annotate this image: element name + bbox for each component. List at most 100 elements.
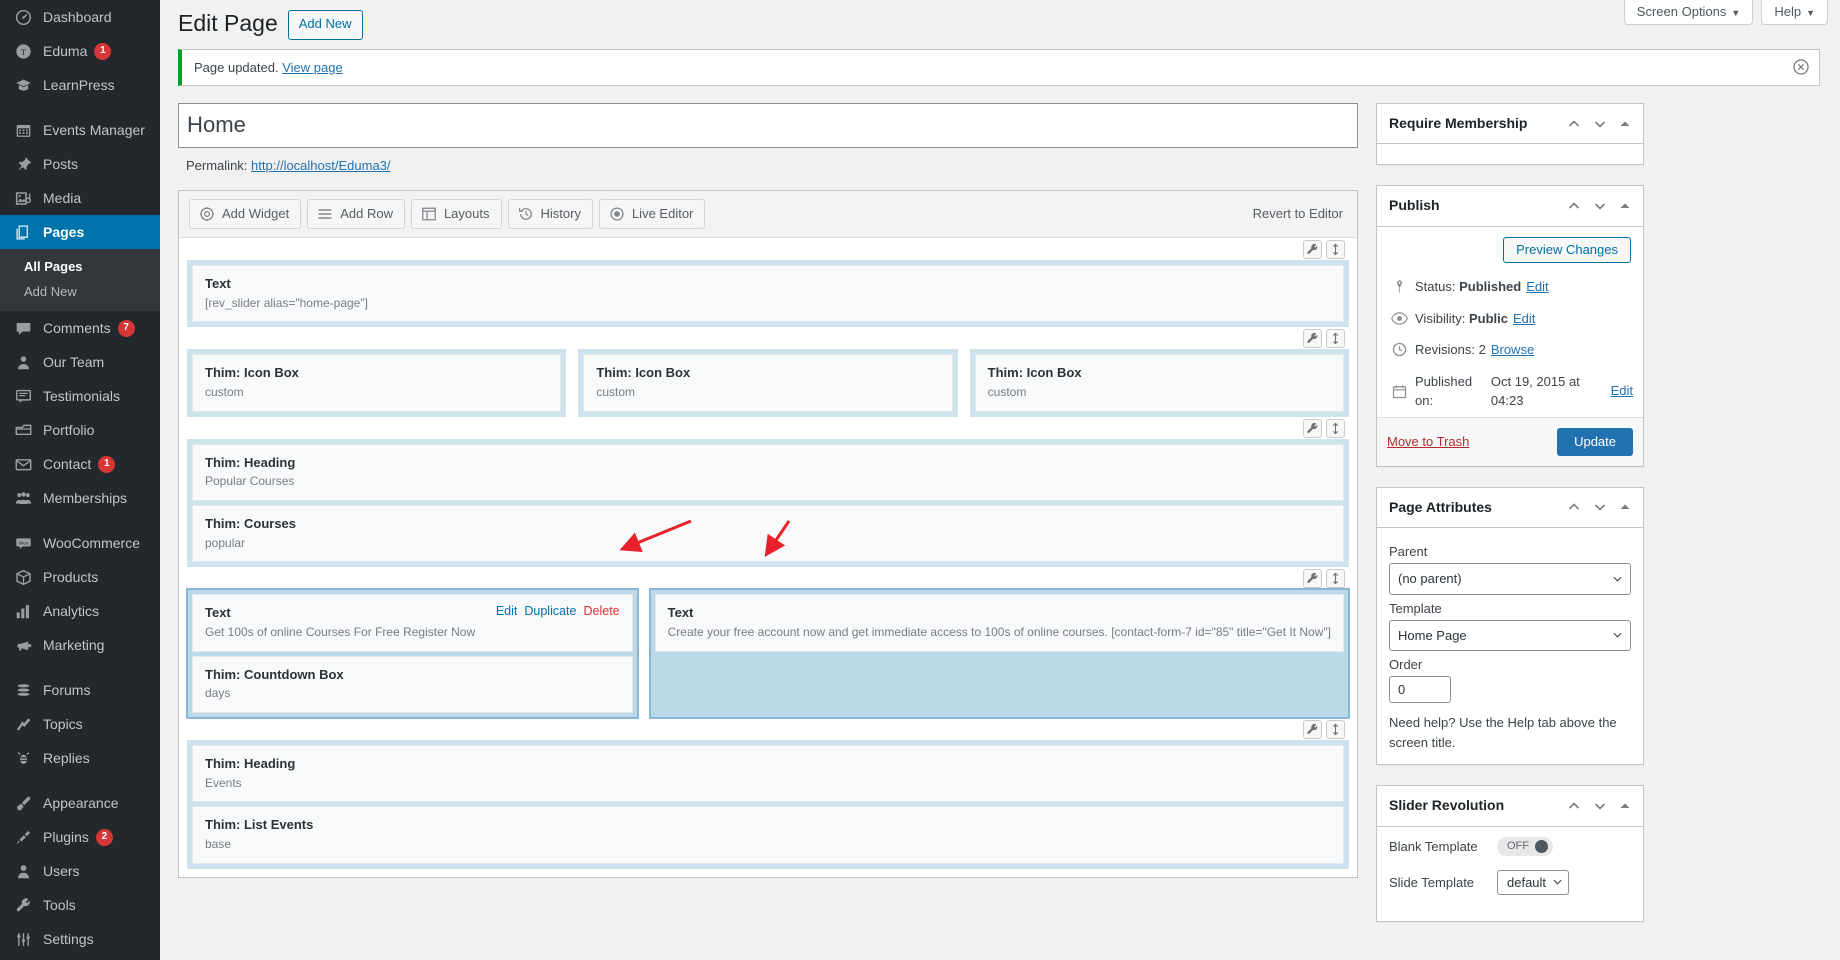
row-move-icon[interactable] [1326, 569, 1345, 589]
toggle-panel-icon[interactable] [1619, 118, 1631, 130]
row-move-icon[interactable] [1326, 240, 1345, 259]
post-title-input[interactable] [187, 106, 1349, 144]
widget-duplicate-link[interactable]: Duplicate [524, 604, 576, 618]
browse-revisions-link[interactable]: Browse [1491, 340, 1534, 360]
builder-cell[interactable]: Thim: Icon Box custom [969, 349, 1349, 417]
sidebar-item-tools[interactable]: Tools [0, 888, 160, 922]
sidebar-item-learnpress[interactable]: LearnPress [0, 68, 160, 102]
builder-widget[interactable]: Thim: Countdown Box days [192, 655, 633, 714]
submenu-item-all-pages[interactable]: All Pages [0, 254, 160, 279]
toggle-panel-icon[interactable] [1619, 800, 1631, 812]
sidebar-item-topics[interactable]: Topics [0, 707, 160, 741]
toggle-panel-icon[interactable] [1619, 200, 1631, 212]
sidebar-item-replies[interactable]: Replies [0, 741, 160, 775]
sidebar-item-analytics[interactable]: Analytics [0, 594, 160, 628]
builder-widget[interactable]: Thim: Heading Events [192, 745, 1344, 803]
view-page-link[interactable]: View page [282, 60, 342, 75]
order-higher-icon[interactable] [1567, 199, 1581, 213]
sidebar-item-products[interactable]: Products [0, 560, 160, 594]
builder-widget[interactable]: Thim: Heading Popular Courses [192, 443, 1344, 502]
sidebar-item-eduma[interactable]: T Eduma 1 [0, 34, 160, 68]
order-higher-icon[interactable] [1567, 500, 1581, 514]
sidebar-item-settings[interactable]: Settings [0, 922, 160, 956]
row-settings-wrench-icon[interactable] [1303, 569, 1322, 589]
edit-status-link[interactable]: Edit [1526, 277, 1548, 297]
add-row-button[interactable]: Add Row [307, 198, 405, 229]
builder-row[interactable]: Thim: Heading Popular Courses Thim: Course… [187, 417, 1349, 568]
sidebar-item-comments[interactable]: Comments 7 [0, 311, 160, 345]
builder-widget[interactable]: Thim: Icon Box custom [974, 354, 1344, 412]
sidebar-item-woocommerce[interactable]: Woo WooCommerce [0, 526, 160, 560]
layouts-button[interactable]: Layouts [410, 198, 502, 229]
order-higher-icon[interactable] [1567, 117, 1581, 131]
builder-widget[interactable]: Thim: Icon Box custom [192, 354, 562, 412]
add-new-button[interactable]: Add New [287, 10, 363, 40]
order-lower-icon[interactable] [1593, 199, 1607, 213]
builder-cell[interactable]: Thim: Icon Box custom [187, 349, 567, 417]
order-lower-icon[interactable] [1593, 500, 1607, 514]
sidebar-item-media[interactable]: Media [0, 181, 160, 215]
row-settings-wrench-icon[interactable] [1303, 720, 1322, 740]
builder-cell[interactable]: Thim: Heading Popular Courses Thim: Course… [187, 438, 1349, 568]
sidebar-item-users[interactable]: Users [0, 854, 160, 888]
sidebar-item-our-team[interactable]: Our Team [0, 345, 160, 379]
update-button[interactable]: Update [1557, 427, 1633, 456]
sidebar-item-plugins[interactable]: Plugins 2 [0, 820, 160, 854]
builder-widget[interactable]: Text Get 100s of online Courses For Free … [192, 594, 633, 652]
order-input[interactable] [1389, 676, 1451, 704]
template-select[interactable]: Home Page [1389, 619, 1631, 652]
builder-widget[interactable]: Thim: Courses popular [192, 505, 1344, 563]
preview-changes-button[interactable]: Preview Changes [1503, 237, 1631, 264]
sidebar-item-memberships[interactable]: Memberships [0, 481, 160, 515]
sidebar-item-forums[interactable]: Forums [0, 673, 160, 707]
slide-template-select[interactable]: default [1497, 869, 1570, 895]
builder-row[interactable]: Thim: Icon Box custom Thim: Icon Box custom… [187, 327, 1349, 417]
help-button[interactable]: Help ▼ [1761, 0, 1828, 25]
sidebar-item-marketing[interactable]: Marketing [0, 628, 160, 662]
builder-widget[interactable]: Thim: List Events base [192, 806, 1344, 864]
sidebar-item-posts[interactable]: Posts [0, 147, 160, 181]
builder-widget[interactable]: Text Create your free account now and get… [654, 594, 1344, 652]
row-settings-wrench-icon[interactable] [1303, 418, 1322, 438]
builder-row[interactable]: Thim: Heading Events Thim: List Events base [187, 718, 1349, 869]
row-settings-wrench-icon[interactable] [1303, 240, 1322, 259]
sidebar-item-dashboard[interactable]: Dashboard [0, 0, 160, 34]
widget-delete-link[interactable]: Delete [583, 604, 619, 618]
parent-select[interactable]: (no parent) [1389, 563, 1631, 595]
edit-date-link[interactable]: Edit [1611, 381, 1633, 401]
builder-cell[interactable]: Thim: Icon Box custom [578, 349, 958, 417]
edit-visibility-link[interactable]: Edit [1513, 309, 1535, 329]
widget-edit-link[interactable]: Edit [496, 604, 518, 618]
revert-to-editor-link[interactable]: Revert to Editor [1253, 206, 1347, 221]
history-button[interactable]: History [507, 198, 593, 229]
order-lower-icon[interactable] [1593, 799, 1607, 813]
permalink-link[interactable]: http://localhost/Eduma3/ [251, 158, 390, 173]
builder-cell[interactable]: Text [rev_slider alias="home-page"] [187, 260, 1349, 328]
order-lower-icon[interactable] [1593, 117, 1607, 131]
blank-template-toggle[interactable]: OFF [1497, 836, 1553, 856]
builder-widget[interactable]: Thim: Icon Box custom [583, 354, 953, 412]
sidebar-item-testimonials[interactable]: Testimonials [0, 379, 160, 413]
order-higher-icon[interactable] [1567, 799, 1581, 813]
sidebar-item-pages[interactable]: Pages [0, 215, 160, 249]
sidebar-item-appearance[interactable]: Appearance [0, 786, 160, 820]
toggle-panel-icon[interactable] [1619, 501, 1631, 513]
close-icon[interactable] [1791, 57, 1811, 77]
builder-row[interactable]: Text Get 100s of online Courses For Free … [186, 567, 1351, 720]
row-move-icon[interactable] [1326, 418, 1345, 438]
submenu-item-add-new[interactable]: Add New [0, 279, 160, 304]
sidebar-item-events-manager[interactable]: Events Manager [0, 113, 160, 147]
row-move-icon[interactable] [1326, 720, 1345, 740]
row-settings-wrench-icon[interactable] [1303, 329, 1322, 349]
row-move-icon[interactable] [1326, 329, 1345, 349]
builder-cell[interactable]: Thim: Heading Events Thim: List Events base [187, 740, 1349, 869]
live-editor-button[interactable]: Live Editor [598, 198, 706, 229]
builder-widget[interactable]: Text [rev_slider alias="home-page"] [192, 265, 1344, 323]
screen-options-button[interactable]: Screen Options ▼ [1623, 0, 1754, 25]
builder-cell[interactable]: Text Create your free account now and get… [648, 588, 1351, 720]
builder-row[interactable]: Text [rev_slider alias="home-page"] [187, 238, 1349, 328]
move-to-trash-link[interactable]: Move to Trash [1387, 434, 1469, 449]
add-widget-button[interactable]: Add Widget [189, 198, 302, 229]
sidebar-item-portfolio[interactable]: Portfolio [0, 413, 160, 447]
sidebar-item-contact[interactable]: Contact 1 [0, 447, 160, 481]
